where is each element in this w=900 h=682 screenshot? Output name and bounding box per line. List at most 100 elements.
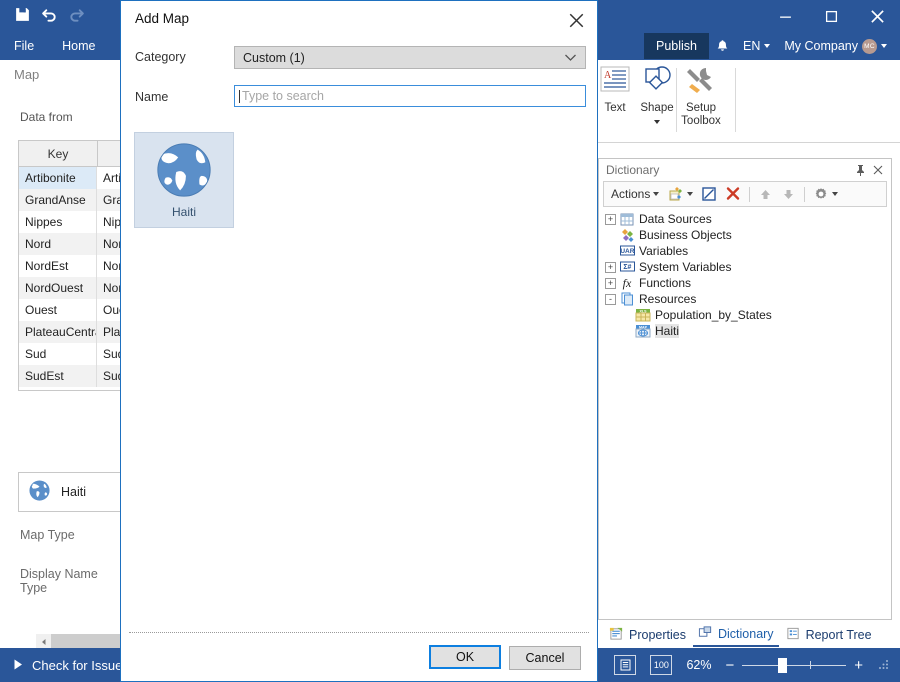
panel-tabs: Properties Dictionary Report Tree xyxy=(598,622,892,648)
globe-icon xyxy=(28,479,51,505)
edit-button[interactable] xyxy=(699,184,719,204)
window-controls xyxy=(762,0,900,32)
map-type-label: Map Type xyxy=(20,528,75,542)
actions-label: Actions xyxy=(611,187,650,201)
cell-key: PlateauCentral xyxy=(19,321,97,343)
cell-key: Sud xyxy=(19,343,97,365)
zoom-slider-thumb[interactable] xyxy=(778,658,787,673)
account-bar: Publish EN My Company MC xyxy=(644,32,894,60)
xls-resource-icon: XLS xyxy=(635,308,651,322)
cancel-button[interactable]: Cancel xyxy=(509,646,581,670)
dialog-close-button[interactable] xyxy=(561,7,591,33)
quick-access-toolbar xyxy=(14,6,85,23)
tab-dictionary[interactable]: Dictionary xyxy=(693,623,779,647)
dialog-title: Add Map xyxy=(135,11,189,26)
zoom-slider[interactable]: − + xyxy=(725,657,863,674)
collapse-icon[interactable]: - xyxy=(605,294,616,305)
zoom-100-button[interactable]: 100 xyxy=(650,655,672,675)
tree-item-variables[interactable]: UARVariables xyxy=(605,243,891,259)
tree-item-label: Haiti xyxy=(655,324,679,338)
ok-button[interactable]: OK xyxy=(429,645,501,669)
shape-icon xyxy=(639,64,675,99)
delete-button[interactable] xyxy=(723,184,743,204)
chevron-down-icon xyxy=(764,44,770,48)
text-caret xyxy=(239,90,240,103)
page-view-button[interactable] xyxy=(614,655,636,675)
redo-icon xyxy=(68,6,85,23)
close-button[interactable] xyxy=(854,0,900,32)
cell-key: Nord xyxy=(19,233,97,255)
column-header-key[interactable]: Key xyxy=(19,141,98,166)
dictionary-tree: + Data SourcesBusiness ObjectsUARVariable… xyxy=(599,211,891,339)
zoom-slider-track[interactable] xyxy=(742,665,846,666)
actions-menu-button[interactable]: Actions xyxy=(609,184,661,204)
add-map-dialog: Add Map Category Custom (1) Name Type to… xyxy=(120,0,598,682)
check-for-issues-button[interactable]: Check for Issues xyxy=(0,658,129,673)
tree-item-data-sources[interactable]: + Data Sources xyxy=(605,211,891,227)
account-menu[interactable]: My Company MC xyxy=(777,32,894,60)
tab-properties[interactable]: Properties xyxy=(604,624,691,646)
zoom-out-button[interactable]: − xyxy=(725,657,734,674)
expand-icon[interactable]: + xyxy=(605,262,616,273)
notifications-bell-icon[interactable] xyxy=(709,32,736,60)
category-dropdown[interactable]: Custom (1) xyxy=(234,46,586,69)
globe-icon xyxy=(153,139,215,204)
tree-item-label: Data Sources xyxy=(639,212,712,226)
language-selector[interactable]: EN xyxy=(736,32,777,60)
play-triangle-icon xyxy=(14,658,23,673)
tree-item-haiti[interactable]: MAP Haiti xyxy=(605,323,891,339)
data-from-label: Data from xyxy=(20,110,73,124)
toolbar-separator xyxy=(804,187,805,202)
map-resource-icon: MAP xyxy=(635,324,651,338)
ribbon-separator xyxy=(735,68,736,132)
tree-item-system-variables[interactable]: + Σ# System Variables xyxy=(605,259,891,275)
tab-file[interactable]: File xyxy=(0,32,48,60)
ribbon-tabs: File Home xyxy=(0,32,110,60)
tree-item-label: System Variables xyxy=(639,260,731,274)
chevron-down-icon[interactable] xyxy=(654,120,660,124)
dictionary-panel-header: Dictionary xyxy=(599,159,891,181)
pin-icon[interactable] xyxy=(851,161,869,179)
expand-icon[interactable]: + xyxy=(605,214,616,225)
data-sources-icon xyxy=(619,213,635,226)
minimize-button[interactable] xyxy=(762,0,808,32)
tab-report-tree-label: Report Tree xyxy=(806,628,872,642)
map-result-card[interactable]: Haiti xyxy=(134,132,234,228)
tree-item-functions[interactable]: +fxFunctions xyxy=(605,275,891,291)
check-for-issues-label: Check for Issues xyxy=(32,658,129,673)
expand-icon[interactable]: + xyxy=(605,278,616,289)
text-icon: A xyxy=(598,64,632,99)
zoom-in-button[interactable]: + xyxy=(854,657,863,674)
cell-key: SudEst xyxy=(19,365,97,387)
undo-icon[interactable] xyxy=(41,6,58,23)
company-label: My Company xyxy=(784,39,858,53)
tab-home[interactable]: Home xyxy=(48,32,109,60)
chevron-down-icon xyxy=(881,44,887,48)
publish-button[interactable]: Publish xyxy=(644,33,709,59)
ribbon-button-setup-toolbox[interactable]: Setup Toolbox xyxy=(672,64,730,128)
name-search-input[interactable]: Type to search xyxy=(234,85,586,107)
ribbon-label-shape: Shape xyxy=(640,102,673,115)
toolbar-separator xyxy=(749,187,750,202)
tree-item-resources[interactable]: -Resources xyxy=(605,291,891,307)
close-icon[interactable] xyxy=(869,161,887,179)
avatar: MC xyxy=(862,39,877,54)
resize-grip-icon[interactable] xyxy=(877,657,890,673)
cell-key: NordEst xyxy=(19,255,97,277)
svg-text:Σ#: Σ# xyxy=(623,264,631,271)
cell-key: Artibonite xyxy=(19,167,97,189)
cell-key: Ouest xyxy=(19,299,97,321)
settings-button[interactable] xyxy=(811,184,840,204)
dictionary-icon xyxy=(698,625,713,643)
svg-text:A: A xyxy=(604,70,612,81)
new-item-button[interactable] xyxy=(665,184,695,204)
tab-report-tree[interactable]: Report Tree xyxy=(781,624,877,646)
maximize-button[interactable] xyxy=(808,0,854,32)
chevron-down-icon xyxy=(653,192,659,196)
display-name-type-label: Display Name Type xyxy=(20,567,121,595)
tree-item-population-by-states[interactable]: XLSPopulation_by_States xyxy=(605,307,891,323)
tree-item-business-objects[interactable]: Business Objects xyxy=(605,227,891,243)
save-icon[interactable] xyxy=(14,6,31,23)
name-label: Name xyxy=(135,90,168,104)
svg-text:fx: fx xyxy=(622,276,631,290)
